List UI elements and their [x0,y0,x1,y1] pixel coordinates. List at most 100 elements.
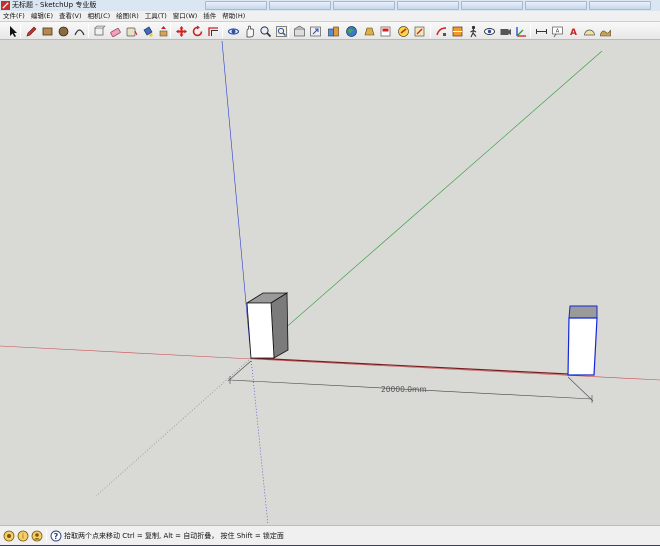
look-around-icon [483,27,495,35]
window-title: 无标题 - SketchUp 专业版 [12,1,97,9]
menu-window[interactable]: 窗口(W) [173,11,198,22]
rotate-tool-button[interactable] [190,24,204,38]
taskbar-window-button[interactable] [461,1,523,10]
style-builder-icon [397,25,409,37]
box-right-top-face [568,305,598,319]
taskbar-window-button[interactable] [269,1,331,10]
pan-tool-icon [246,25,254,37]
scene-canvas[interactable] [0,41,660,525]
dimension-label[interactable]: 20000.0mm [381,385,427,394]
geo-location-icon[interactable] [3,530,15,542]
push-pull-icon [159,25,167,36]
dimension-tool-button[interactable] [534,24,548,38]
tape-measure-button[interactable] [124,24,138,38]
svg-text:?: ? [54,532,59,541]
red-axis-solid-segment [250,357,569,375]
rotate-tool-icon [192,25,202,36]
make-component-icon [94,25,106,35]
select-tool-button[interactable] [6,24,20,38]
dimension-tool-icon [535,28,547,34]
taskbar-window-button[interactable] [525,1,587,10]
menu-view[interactable]: 查看(V) [59,11,82,22]
scale-tool-button[interactable] [412,24,426,38]
position-camera-button[interactable] [498,24,512,38]
instructor-help-icon[interactable]: ? [50,530,62,542]
line-tool-button[interactable] [24,24,38,38]
zoom-tool-button[interactable] [258,24,272,38]
text-tool-button[interactable]: A [550,24,564,38]
components-icon [327,26,339,36]
red-axis-line [0,345,660,381]
extension-warehouse-icon [364,27,374,35]
eraser-tool-button[interactable] [108,24,122,38]
3d-text-button[interactable]: A [566,24,580,38]
menu-camera[interactable]: 相机(C) [88,11,111,22]
status-bar: i ? 拾取两个点来移动 Ctrl = 复制, Alt = 自动折叠， 按住 S… [0,525,660,546]
main-toolbar: AA [0,22,660,40]
rectangle-tool-button[interactable] [40,24,54,38]
blue-axis-line [221,41,252,359]
push-pull-button[interactable] [156,24,170,38]
eraser-tool-icon [109,27,121,37]
box-right-selected[interactable] [567,305,598,376]
taskbar-strip [205,1,651,10]
zoom-extents-button[interactable] [274,24,288,38]
warehouse-button[interactable] [292,24,306,38]
select-tool-icon [9,25,17,37]
circle-tool-button[interactable] [56,24,70,38]
pan-tool-button[interactable] [242,24,256,38]
paint-bucket-button[interactable] [140,24,154,38]
share-model-button[interactable] [308,24,322,38]
orbit-tool-icon [227,27,239,35]
toolbar-separator [88,24,89,38]
taskbar-window-button[interactable] [397,1,459,10]
style-builder-button[interactable] [396,24,410,38]
menu-file[interactable]: 文件(F) [3,11,25,22]
arc-tool-icon [73,28,85,35]
look-around-button[interactable] [482,24,496,38]
sketchup-window: 无标题 - SketchUp 专业版 文件(F) 编辑(E) 查看(V) 相机(… [0,0,660,546]
tape-measure-icon [126,27,137,36]
axes-tool-button[interactable] [514,24,528,38]
warehouse-icon [293,25,305,36]
make-component-button[interactable] [92,24,106,38]
walk-tool-icon [469,25,476,37]
box-right-front-face [567,317,598,376]
model-viewport[interactable]: 20000.0mm [0,41,660,525]
taskbar-window-button[interactable] [205,1,267,10]
axes-tool-icon [515,26,526,37]
toolbar-separator [170,24,171,38]
menu-tools[interactable]: 工具(T) [145,11,167,22]
menu-draw[interactable]: 绘图(R) [116,11,139,22]
components-button[interactable] [326,24,340,38]
google-earth-button[interactable] [344,24,358,38]
rectangle-tool-icon [42,27,52,35]
layout-button[interactable] [378,24,392,38]
menu-plugins[interactable]: 插件 [203,11,216,22]
box-left[interactable] [245,292,289,359]
menu-edit[interactable]: 编辑(E) [31,11,53,22]
follow-me-button[interactable] [434,24,448,38]
toolbar-separator [222,24,223,38]
green-axis-line [250,50,603,359]
3d-text-icon: A [570,28,577,38]
section-plane-button[interactable] [450,24,464,38]
share-model-icon [309,26,321,36]
taskbar-window-button[interactable] [333,1,395,10]
protractor-button[interactable] [582,24,596,38]
walk-tool-button[interactable] [466,24,480,38]
zoom-tool-icon [259,25,271,37]
orbit-tool-button[interactable] [226,24,240,38]
menu-help[interactable]: 帮助(H) [222,11,245,22]
user-sign-in-icon[interactable] [31,530,43,542]
move-tool-button[interactable] [174,24,188,38]
arc-tool-button[interactable] [72,24,86,38]
sandbox-button[interactable] [598,24,612,38]
offset-tool-button[interactable] [206,24,220,38]
extension-warehouse-button[interactable] [362,24,376,38]
taskbar-window-button[interactable] [589,1,651,10]
green-axis-dotted [95,357,252,497]
credits-icon[interactable]: i [17,530,29,542]
svg-text:A: A [570,28,577,38]
toolbar-separator [288,24,289,38]
